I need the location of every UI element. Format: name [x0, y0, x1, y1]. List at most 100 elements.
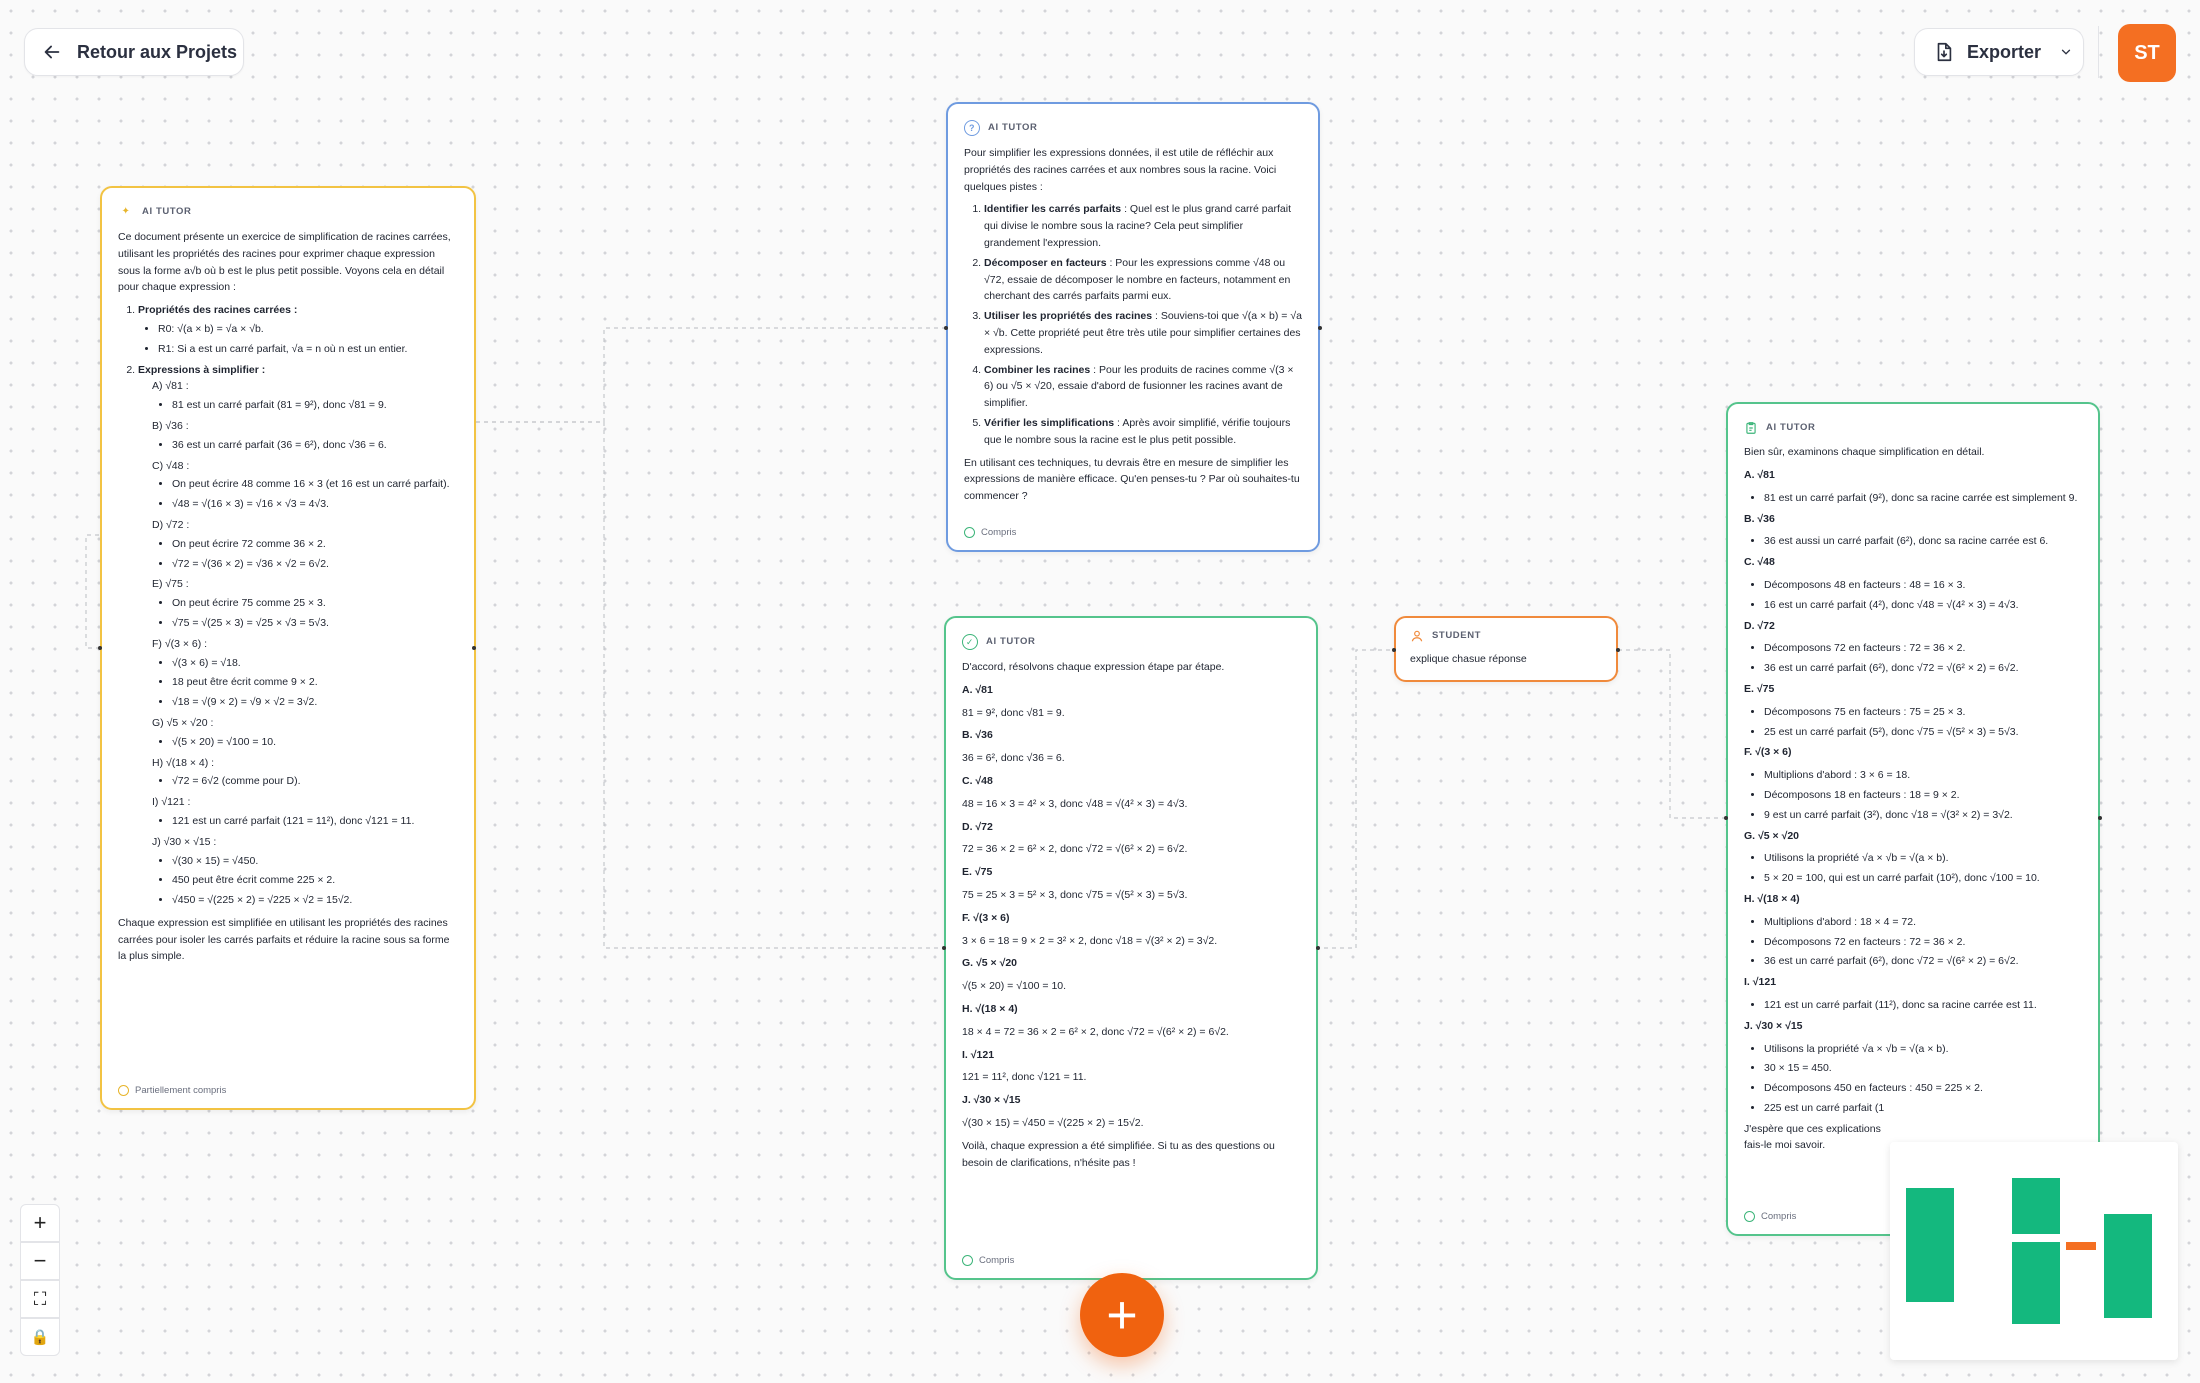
item-label: J. √30 × √15	[962, 1094, 1021, 1107]
item-text: 72 = 36 × 2 = 6² × 2, donc √72 = √(6² × …	[962, 843, 1188, 856]
status-label: Compris	[981, 526, 1017, 538]
item-text: 3 × 6 = 18 = 9 × 2 = 3² × 2, donc √18 = …	[962, 934, 1218, 947]
student-message: explique chasue réponse	[1410, 653, 1527, 666]
card-outro: Voilà, chaque expression a été simplifié…	[962, 1139, 1275, 1169]
connection-handle[interactable]	[98, 646, 102, 650]
item-label: I. √121	[962, 1048, 995, 1061]
list-item: 36 est un carré parfait (6²), donc √72 =…	[1764, 953, 2082, 970]
minimap-node-right	[2104, 1214, 2152, 1318]
header-divider	[2098, 26, 2099, 78]
item-label: G. √5 × √20	[962, 957, 1018, 970]
item-label: B. √36	[962, 729, 993, 742]
item-label: J. √30 × √15	[1744, 1019, 1803, 1032]
item-text: 48 = 16 × 3 = 4² × 3, donc √48 = √(4² × …	[962, 797, 1188, 810]
zoom-in-button[interactable]: +	[20, 1204, 60, 1242]
status-smile-icon	[962, 1254, 973, 1266]
ai-tutor-card-right[interactable]: AI TUTOR Bien sûr, examinons chaque simp…	[1726, 402, 2100, 1236]
item-label: D. √72	[962, 820, 993, 833]
item-label: G. √5 × √20	[1744, 829, 1800, 842]
item-text: 75 = 25 × 3 = 5² × 3, donc √75 = √(5² × …	[962, 888, 1188, 901]
list-item: 25 est un carré parfait (5²), donc √75 =…	[1764, 724, 2082, 741]
list-item: 36 est aussi un carré parfait (6²), donc…	[1764, 533, 2082, 550]
card-intro: D'accord, résolvons chaque expression ét…	[962, 661, 1225, 673]
list-item: √450 = √(225 × 2) = √225 × √2 = 15√2.	[172, 892, 458, 909]
back-to-projects-button[interactable]: Retour aux Projets	[24, 28, 244, 76]
card-header: ? AI TUTOR	[964, 120, 1302, 136]
step-title: Identifier les carrés parfaits	[984, 203, 1122, 216]
item-label: A. √81	[1744, 468, 1775, 481]
connection-handle[interactable]	[472, 646, 476, 650]
card-header: AI TUTOR	[1744, 420, 2082, 435]
step-title: Décomposer en facteurs	[984, 256, 1107, 269]
list-item: On peut écrire 48 comme 16 × 3 (et 16 es…	[172, 476, 458, 493]
connection-handle[interactable]	[944, 326, 948, 330]
ai-tutor-card-top[interactable]: ? AI TUTOR Pour simplifier les expressio…	[946, 102, 1320, 552]
fit-view-button[interactable]: ⛶	[20, 1280, 60, 1318]
card-header: ✦ AI TUTOR	[118, 204, 458, 220]
list-item: On peut écrire 75 comme 25 × 3.	[172, 595, 458, 612]
item-text: 81 = 9², donc √81 = 9.	[962, 706, 1065, 719]
connection-handle[interactable]	[942, 946, 946, 950]
connection-handle[interactable]	[1318, 326, 1322, 330]
list-item: √72 = 6√2 (comme pour D).	[172, 773, 458, 790]
card-conclusion: Chaque expression est simplifiée en util…	[118, 916, 450, 963]
question-icon: ?	[964, 120, 980, 136]
expr-label: D) √72 :	[152, 518, 190, 531]
minimap-node-middle	[2012, 1242, 2060, 1324]
item-text: √(5 × 20) = √100 = 10.	[962, 980, 1067, 993]
minimap-canvas	[1906, 1178, 2152, 1324]
card-status: Compris	[964, 525, 1016, 540]
lock-button[interactable]: 🔒	[20, 1318, 60, 1356]
file-download-icon	[1937, 42, 1952, 62]
list-item: √48 = √(16 × 3) = √16 × √3 = 4√3.	[172, 496, 458, 513]
export-label: Exporter	[1967, 41, 2042, 62]
connection-handle[interactable]	[1724, 816, 1728, 820]
card-badge: AI TUTOR	[988, 122, 1038, 134]
export-button[interactable]: Exporter	[1914, 28, 2084, 76]
expr-label: I) √121 :	[152, 796, 191, 809]
step-title: Vérifier les simplifications	[984, 416, 1115, 429]
item-label: F. √(3 × 6)	[1744, 746, 1792, 759]
item-text: 121 = 11², donc √121 = 11.	[962, 1071, 1087, 1084]
user-avatar[interactable]: ST	[2118, 24, 2176, 82]
add-node-button[interactable]: +	[1080, 1273, 1164, 1357]
ai-tutor-card-left[interactable]: ✦ AI TUTOR Ce document présente un exerc…	[100, 186, 476, 1110]
card-status: Partiellement compris	[118, 1083, 226, 1098]
list-item: Décomposons 48 en facteurs : 48 = 16 × 3…	[1764, 577, 2082, 594]
item-label: D. √72	[1744, 619, 1775, 632]
list-item: √72 = √(36 × 2) = √36 × √2 = 6√2.	[172, 556, 458, 573]
list-item: 225 est un carré parfait (1	[1764, 1100, 2082, 1117]
status-smile-icon	[964, 526, 975, 538]
chevron-down-icon	[2061, 49, 2071, 55]
list-item: 5 × 20 = 100, qui est un carré parfait (…	[1764, 870, 2082, 887]
item-label: E. √75	[962, 866, 993, 879]
item-label: B. √36	[1744, 512, 1775, 525]
zoom-out-button[interactable]: −	[20, 1242, 60, 1280]
card-outro: En utilisant ces techniques, tu devrais …	[964, 456, 1300, 503]
ai-tutor-card-middle[interactable]: ✓ AI TUTOR D'accord, résolvons chaque ex…	[944, 616, 1318, 1280]
edge-left-to-top	[476, 327, 946, 423]
minimap[interactable]	[1890, 1142, 2178, 1360]
item-label: A. √81	[962, 683, 993, 696]
card-content: Pour simplifier les expressions données,…	[964, 145, 1302, 537]
clipboard-icon	[1746, 421, 1756, 434]
sparkle-icon: ✦	[121, 206, 131, 217]
list-item: Décomposons 450 en facteurs : 450 = 225 …	[1764, 1080, 2082, 1097]
expr-label: B) √36 :	[152, 419, 189, 432]
item-label: C. √48	[962, 774, 993, 787]
connection-handle[interactable]	[1616, 648, 1620, 652]
connection-handle[interactable]	[1316, 946, 1320, 950]
list-item: Décomposons 72 en facteurs : 72 = 36 × 2…	[1764, 934, 2082, 951]
step-title: Combiner les racines	[984, 363, 1091, 376]
status-label: Compris	[1761, 1210, 1797, 1222]
student-card[interactable]: STUDENT explique chasue réponse	[1394, 616, 1618, 682]
connection-handle[interactable]	[1392, 648, 1396, 652]
connection-handle[interactable]	[2098, 816, 2102, 820]
plus-icon: +	[33, 1210, 47, 1235]
item-label: C. √48	[1744, 556, 1775, 569]
item-label: E. √75	[1744, 682, 1775, 695]
card-content: Ce document présente un exercice de simp…	[118, 229, 458, 997]
minus-icon: −	[33, 1248, 47, 1273]
fit-view-icon: ⛶	[33, 1288, 47, 1309]
card-outro: J'espère que ces explications	[1744, 1122, 1881, 1135]
